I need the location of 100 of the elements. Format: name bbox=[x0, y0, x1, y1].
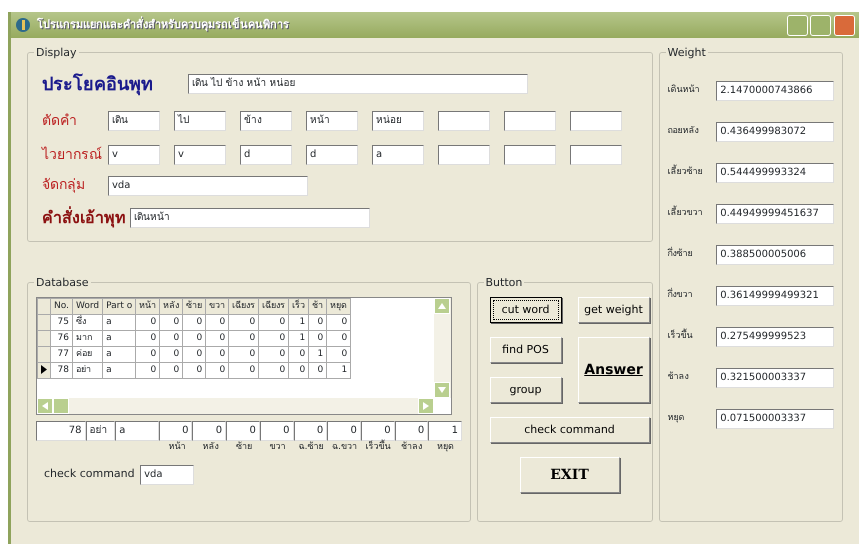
check-command-field[interactable]: vda bbox=[140, 464, 194, 484]
field-caption: ฉ.ขวา bbox=[331, 441, 358, 454]
action-button[interactable]: find POS bbox=[490, 337, 562, 363]
weight-field[interactable]: 0.544499993324 bbox=[716, 163, 834, 183]
action-button[interactable]: group bbox=[490, 377, 562, 403]
action-button[interactable]: Answer bbox=[578, 337, 650, 403]
table-cell: 0 bbox=[160, 362, 183, 378]
column-header[interactable]: ช้า bbox=[308, 298, 327, 314]
current-row-icon bbox=[41, 364, 47, 374]
action-button[interactable]: cut word bbox=[490, 297, 562, 323]
word-field[interactable]: หน่อย bbox=[372, 111, 424, 131]
table-cell: 0 bbox=[228, 346, 259, 362]
column-header[interactable]: เฉียงร bbox=[228, 298, 259, 314]
scroll-up-button[interactable] bbox=[434, 298, 450, 314]
scroll-thumb[interactable] bbox=[53, 398, 69, 414]
row-header-cell[interactable] bbox=[38, 346, 50, 362]
group-title: Display bbox=[34, 45, 79, 62]
record-field[interactable]: 0 bbox=[226, 421, 260, 441]
group-field[interactable]: vda bbox=[108, 176, 308, 196]
tag-field[interactable] bbox=[438, 145, 490, 165]
record-field[interactable]: a bbox=[115, 421, 159, 441]
column-header[interactable]: No. bbox=[50, 298, 72, 314]
word-field[interactable] bbox=[438, 111, 490, 131]
word-field[interactable] bbox=[570, 111, 622, 131]
table-cell: 0 bbox=[228, 314, 259, 330]
weight-label: กึ่งขวา bbox=[668, 289, 716, 303]
row-header-cell[interactable] bbox=[38, 362, 50, 378]
record-field[interactable]: 0 bbox=[394, 421, 428, 441]
weight-field[interactable]: 0.388500005006 bbox=[716, 245, 834, 265]
column-header[interactable]: Word bbox=[72, 298, 103, 314]
table-cell: 0 bbox=[206, 346, 229, 362]
tag-field[interactable]: v bbox=[108, 145, 160, 165]
word-field[interactable]: หน้า bbox=[306, 111, 358, 131]
input-field[interactable]: เดิน ไป ข้าง หน้า หน่อย bbox=[188, 74, 528, 94]
column-header[interactable]: เร็ว bbox=[288, 298, 309, 314]
weight-field[interactable]: 0.44949999451637 bbox=[716, 204, 834, 224]
record-field[interactable]: 0 bbox=[294, 421, 328, 441]
word-field[interactable]: ไป bbox=[174, 111, 226, 131]
maximize-button[interactable] bbox=[810, 14, 832, 36]
word-field[interactable]: ข้าง bbox=[240, 111, 292, 131]
weight-label: เร็วขึ้น bbox=[668, 330, 716, 344]
record-field[interactable]: 0 bbox=[192, 421, 226, 441]
table-cell: 0 bbox=[206, 330, 229, 346]
record-field[interactable]: 0 bbox=[158, 421, 192, 441]
scroll-right-button[interactable] bbox=[418, 398, 434, 414]
table-cell: 77 bbox=[50, 346, 72, 362]
group-title: Weight bbox=[666, 45, 708, 62]
record-field[interactable]: อย่า bbox=[86, 421, 116, 441]
record-field[interactable]: 0 bbox=[260, 421, 294, 441]
scroll-left-button[interactable] bbox=[37, 398, 53, 414]
minimize-button[interactable] bbox=[786, 14, 808, 36]
column-header[interactable]: หยุด bbox=[326, 298, 351, 314]
action-button[interactable]: EXIT bbox=[520, 457, 620, 493]
column-header[interactable]: ขวา bbox=[206, 298, 229, 314]
weight-field[interactable]: 0.36149999499321 bbox=[716, 286, 834, 306]
weight-field[interactable]: 0.436499983072 bbox=[716, 122, 834, 142]
close-button[interactable] bbox=[834, 14, 855, 36]
tag-field[interactable]: v bbox=[174, 145, 226, 165]
weight-field[interactable]: 2.1470000743866 bbox=[716, 81, 834, 101]
horizontal-scrollbar[interactable] bbox=[37, 398, 434, 414]
table-cell: 0 bbox=[228, 330, 259, 346]
command-field[interactable]: เดินหน้า bbox=[130, 208, 370, 228]
column-header[interactable]: ซ้าย bbox=[182, 298, 206, 314]
table-cell: 0 bbox=[206, 362, 229, 378]
tag-field[interactable] bbox=[570, 145, 622, 165]
record-field[interactable]: 78 bbox=[36, 421, 86, 441]
scroll-down-button[interactable] bbox=[434, 382, 450, 398]
table-cell: 0 bbox=[160, 346, 183, 362]
input-label: ประโยคอินพุท bbox=[42, 72, 154, 98]
record-field[interactable]: 0 bbox=[327, 421, 361, 441]
word-field[interactable]: เดิน bbox=[108, 111, 160, 131]
tag-field[interactable]: a bbox=[372, 145, 424, 165]
record-field[interactable]: 0 bbox=[360, 421, 395, 441]
table-cell: 0 bbox=[136, 362, 160, 378]
tag-field[interactable] bbox=[504, 145, 556, 165]
table-cell: มาก bbox=[72, 330, 103, 346]
tag-field[interactable]: d bbox=[306, 145, 358, 165]
table-cell: 0 bbox=[326, 346, 351, 362]
table-cell: 0 bbox=[326, 314, 351, 330]
action-button[interactable]: check command bbox=[490, 417, 650, 443]
table-cell: 0 bbox=[308, 330, 327, 346]
action-button[interactable]: get weight bbox=[578, 297, 650, 323]
record-field[interactable]: 1 bbox=[428, 421, 462, 441]
table-cell: 0 bbox=[288, 346, 309, 362]
vertical-scrollbar[interactable] bbox=[434, 298, 451, 398]
column-header[interactable]: หน้า bbox=[136, 298, 160, 314]
arrow-icon bbox=[438, 303, 446, 309]
word-field[interactable] bbox=[504, 111, 556, 131]
column-header[interactable]: เฉียงร bbox=[258, 298, 289, 314]
table-cell: ค่อย bbox=[72, 346, 103, 362]
table-cell: 0 bbox=[308, 362, 327, 378]
tag-field[interactable]: d bbox=[240, 145, 292, 165]
weight-label: ถอยหลัง bbox=[668, 125, 700, 138]
weight-field[interactable]: 0.071500003337 bbox=[716, 409, 834, 429]
row-header-cell[interactable] bbox=[38, 330, 50, 346]
row-header-cell[interactable] bbox=[38, 314, 50, 330]
column-header[interactable]: Part o bbox=[102, 298, 136, 314]
column-header[interactable]: หลัง bbox=[160, 298, 183, 314]
weight-field[interactable]: 0.275499999523 bbox=[716, 327, 834, 347]
weight-field[interactable]: 0.321500003337 bbox=[716, 368, 834, 388]
